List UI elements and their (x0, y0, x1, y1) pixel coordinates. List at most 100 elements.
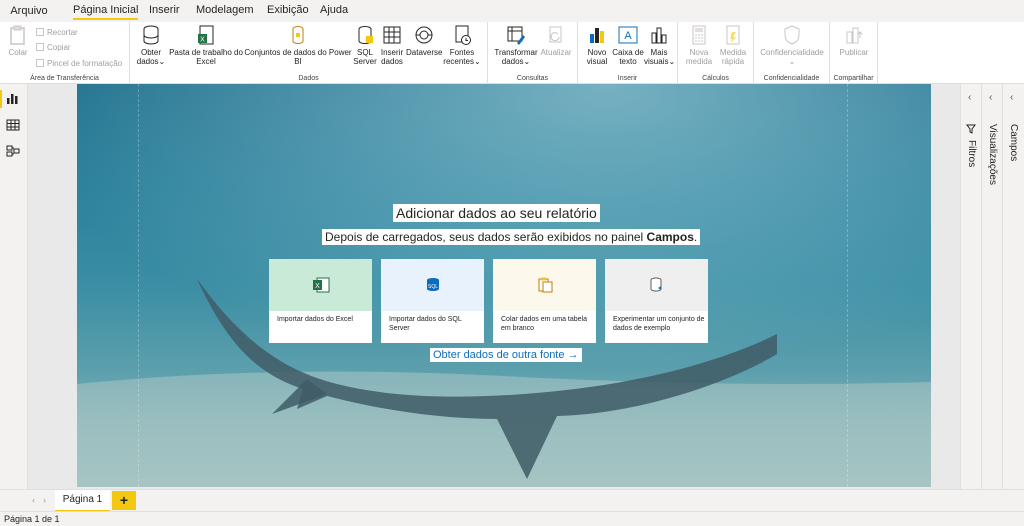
import-sql-label: Importar dados do SQL Server (389, 316, 462, 332)
transform-label-1: Transformar (494, 48, 538, 57)
tab-ajuda[interactable]: Ajuda (320, 4, 348, 16)
sql-label-2: Server (353, 57, 377, 66)
publish-label: Publicar (839, 48, 869, 57)
more-visuals-label-2: visuais (644, 57, 669, 66)
svg-text:X: X (315, 283, 320, 290)
fields-label: Campos (1008, 124, 1019, 162)
publish-button[interactable]: Publicar (836, 24, 872, 57)
table-icon (381, 24, 403, 46)
menu-bar: Arquivo Página Inicial Inserir Modelagem… (0, 0, 1024, 22)
paste-table-icon (536, 277, 554, 293)
refresh-icon (545, 24, 567, 46)
cut-label: Recortar (47, 28, 78, 37)
transform-label-2: dados (501, 57, 524, 66)
transform-data-button[interactable]: Transformar dados⌄ (494, 24, 538, 66)
paste-button[interactable]: Colar (6, 24, 30, 57)
svg-text:X: X (200, 37, 205, 44)
sql-server-icon (354, 24, 376, 46)
enter-data-button[interactable]: Inserir dados (378, 24, 406, 66)
visualizations-pane[interactable]: ‹ Visualizações (981, 84, 1002, 489)
more-visuals-button[interactable]: Mais visuais⌄ (644, 24, 675, 66)
queries-group: Transformar dados⌄ Atualizar Consultas (488, 22, 578, 84)
previous-page-icon[interactable]: ‹ (32, 495, 35, 505)
sql-label-1: SQL (356, 48, 373, 57)
page-indicator: Página 1 de 1 (4, 514, 60, 524)
excel-workbook-button[interactable]: X Pasta de trabalho do Excel (168, 24, 244, 66)
import-excel-card[interactable]: X Importar dados do Excel (269, 259, 372, 343)
ribbon: Colar Recortar Copiar Pincel de formataç… (0, 22, 1024, 84)
cut-button[interactable]: Recortar (36, 27, 78, 38)
tab-inserir[interactable]: Inserir (149, 4, 180, 16)
clipboard-group-label: Área de Transferência (30, 75, 99, 82)
enter-data-label-1: Inserir (380, 48, 404, 57)
dataverse-button[interactable]: Dataverse (406, 24, 442, 57)
page-margin-right (847, 84, 848, 487)
recent-sources-button[interactable]: Fontes recentes⌄ (442, 24, 482, 66)
table-view-icon[interactable] (6, 119, 20, 131)
transform-icon (505, 24, 527, 46)
tab-modelagem[interactable]: Modelagem (196, 4, 253, 16)
chevron-left-icon[interactable]: ‹ (1010, 92, 1013, 103)
tab-exibicao[interactable]: Exibição (267, 4, 309, 16)
new-visual-label-2: visual (586, 57, 608, 66)
text-box-label-1: Caixa de (612, 48, 644, 57)
sql-server-button[interactable]: SQL Server (352, 24, 378, 66)
sample-dataset-card[interactable]: Experimentar um conjunto de dados de exe… (605, 259, 708, 343)
power-bi-datasets-button[interactable]: Conjuntos de dados do Power BI (244, 24, 352, 66)
add-page-button[interactable]: + (112, 491, 136, 510)
get-data-label-1: Obter (140, 48, 161, 57)
other-source-link[interactable]: Obter dados de outra fonte → (430, 348, 582, 362)
sql-server-icon: SQL (424, 277, 442, 293)
get-data-label-2: dados (136, 57, 159, 66)
filters-pane[interactable]: ‹ Filtros (960, 84, 981, 489)
bar-chart-icon (586, 24, 608, 46)
recent-label-2: recentes (443, 57, 474, 66)
insert-group: Novo visual A Caixa de texto Mais visuai… (578, 22, 678, 84)
calculator-icon (688, 24, 710, 46)
sensitivity-label: Confidencialidade (760, 48, 824, 57)
welcome-subtitle-text: Depois de carregados, seus dados serão e… (325, 230, 647, 244)
paste-table-card[interactable]: Colar dados em uma tabela em branco (493, 259, 596, 343)
dataverse-icon (413, 24, 435, 46)
refresh-button[interactable]: Atualizar (538, 24, 574, 57)
excel-label-2: Excel (196, 57, 216, 66)
import-sql-card[interactable]: SQL Importar dados do SQL Server (381, 259, 484, 343)
chevron-down-icon: ⌄ (473, 57, 481, 66)
copy-label: Copiar (47, 43, 71, 52)
welcome-subtitle: Depois de carregados, seus dados serão e… (322, 229, 701, 245)
copy-button[interactable]: Copiar (36, 42, 71, 53)
next-page-icon[interactable]: › (43, 495, 46, 505)
filter-icon (966, 124, 976, 137)
fields-pane[interactable]: ‹ Campos (1002, 84, 1024, 489)
chevron-down-icon: ⌄ (158, 57, 166, 66)
quick-measure-label-2: rápida (721, 57, 745, 66)
format-painter-button[interactable]: Pincel de formatação (36, 58, 122, 69)
text-box-button[interactable]: A Caixa de texto (612, 24, 644, 66)
tab-arquivo[interactable]: Arquivo (0, 0, 58, 22)
import-excel-label: Importar dados do Excel (277, 316, 353, 323)
excel-icon: X (195, 24, 217, 46)
tab-pagina-inicial[interactable]: Página Inicial (73, 4, 139, 20)
refresh-label: Atualizar (540, 48, 572, 57)
report-view-icon[interactable] (6, 93, 20, 105)
database-icon (140, 24, 162, 46)
quick-measure-icon (722, 24, 744, 46)
new-visual-button[interactable]: Novo visual (582, 24, 612, 66)
insert-group-label: Inserir (617, 75, 638, 82)
chevron-left-icon[interactable]: ‹ (968, 92, 971, 103)
page-margin-left (138, 84, 139, 487)
welcome-title: Adicionar dados ao seu relatório (393, 204, 600, 222)
page-tab-1[interactable]: Página 1 (55, 490, 110, 512)
clipboard-group: Colar Recortar Copiar Pincel de formataç… (0, 22, 130, 84)
model-view-icon[interactable] (6, 145, 20, 157)
paste-icon (7, 24, 29, 46)
recent-label-1: Fontes (449, 48, 475, 57)
new-measure-button[interactable]: Nova medida (684, 24, 714, 66)
sensitivity-button[interactable]: Confidencialidade ⌄ (756, 24, 828, 66)
excel-icon: X (312, 277, 330, 293)
chevron-left-icon[interactable]: ‹ (989, 92, 992, 103)
publish-icon (843, 24, 865, 46)
chevron-down-icon: ⌄ (788, 57, 796, 66)
get-data-button[interactable]: Obter dados⌄ (136, 24, 166, 66)
quick-measure-button[interactable]: Medida rápida (716, 24, 750, 66)
